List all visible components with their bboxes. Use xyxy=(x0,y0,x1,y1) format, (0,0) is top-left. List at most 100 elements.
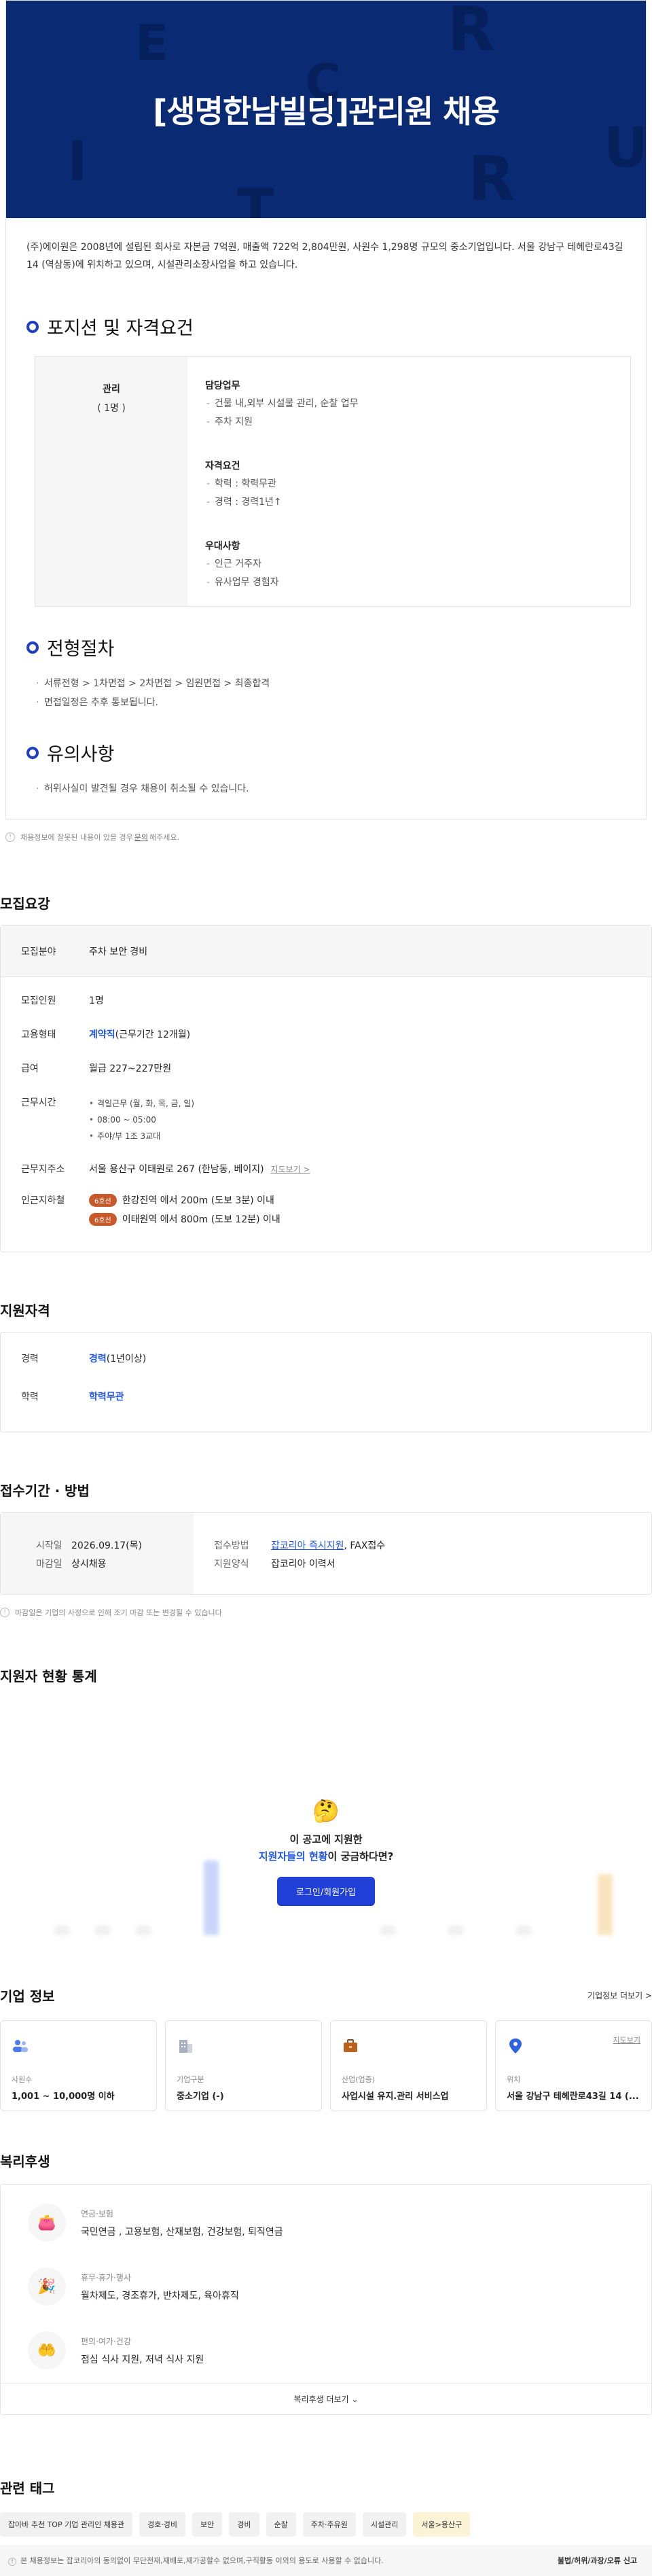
hero-letter: E xyxy=(135,14,169,71)
footer-copyright: ! 본 채용정보는 잡코리아의 동의없이 무단전재,재배포,재가공할수 없으며,구… xyxy=(8,2555,384,2566)
company-more-link[interactable]: 기업정보 더보기 > xyxy=(587,1990,652,2001)
thinking-face-icon: 🤔 xyxy=(312,1798,340,1824)
company-section-header: 기업 정보 기업정보 더보기 > xyxy=(0,1986,652,2005)
tag-item[interactable]: 경비 xyxy=(229,2512,259,2537)
period-section-title: 접수기간 · 방법 xyxy=(0,1483,90,1499)
hero-letter: R xyxy=(448,1,495,65)
hero-letter: T xyxy=(237,177,274,218)
recruit-field-row: 모집분야 주차 보안 경비 xyxy=(1,925,651,977)
hero-letter: U xyxy=(604,116,646,179)
position-group-duty: 담당업무 건물 내,외부 시설물 관리, 순찰 업무 주차 지원 xyxy=(205,378,613,431)
inquiry-link[interactable]: 문의 xyxy=(134,832,148,843)
blurred-bar xyxy=(136,1926,151,1935)
tag-item[interactable]: 서울>용산구 xyxy=(413,2512,471,2537)
position-group-requirement: 자격요건 학력 : 학력무관 경력 : 경력1년↑ xyxy=(205,459,613,512)
position-name-cell: 관리 ( 1명 ) xyxy=(35,357,187,606)
hero-letter: R xyxy=(468,143,515,215)
tags-section-title: 관련 태그 xyxy=(0,2480,55,2496)
login-signup-button[interactable]: 로그인/회원가입 xyxy=(276,1877,376,1906)
hands-icon: 🤲 xyxy=(28,2331,66,2369)
hero-banner: E C R U I T R [생명한남빌딩]관리원 채용 xyxy=(6,1,646,218)
blurred-bar xyxy=(95,1926,110,1935)
subway-line-badge: 6호선 xyxy=(89,1193,117,1207)
company-card-industry: 산업(업종) 사업시설 유지.관리 서비스업 xyxy=(330,2020,487,2111)
position-section-title: 포지션 및 자격요건 xyxy=(26,313,626,340)
stats-section-title: 지원자 현황 통계 xyxy=(0,1668,97,1684)
company-card-employees: 사원수 1,001 ~ 10,000명 이하 xyxy=(0,2020,157,2111)
blurred-bar xyxy=(54,1926,69,1935)
process-section-title: 전형절차 xyxy=(26,634,626,660)
period-notice: ! 마감일은 기업의 사정으로 인해 조기 마감 또는 변경될 수 있습니다 xyxy=(0,1607,647,1618)
recruit-address-row: 근무지주소 서울 용산구 이태원로 267 (한남동, 베이지) 지도보기 > xyxy=(21,1164,310,1175)
recruit-salary-row: 급여 월급 227~227만원 xyxy=(21,1063,172,1074)
caution-list: 허위사실이 발견될 경우 채용이 취소될 수 있습니다. xyxy=(35,779,626,798)
qualification-section-title: 지원자격 xyxy=(0,1303,50,1319)
circle-bullet-icon xyxy=(26,746,39,759)
blurred-bar xyxy=(516,1926,531,1935)
building-icon xyxy=(179,2040,192,2053)
info-icon: ! xyxy=(0,1608,10,1617)
tag-item[interactable]: 경호·경비 xyxy=(139,2512,186,2537)
subway-station: 6호선 한강진역 에서 200m (도보 3분) 이내 xyxy=(89,1193,280,1207)
subway-line-badge: 6호선 xyxy=(89,1212,117,1226)
report-notice: ! 채용정보에 잘못된 내용이 있을 경우 문의 해주세요. xyxy=(5,832,647,843)
hero-letter: I xyxy=(67,130,88,193)
qualification-card: 경력 경력(1년이상) 학력 학력무관 xyxy=(0,1332,652,1432)
hero-frame: E C R U I T R [생명한남빌딩]관리원 채용 xyxy=(5,0,647,218)
company-intro: (주)에이원은 2008년에 설립된 회사로 자본금 7억원, 매출액 722억… xyxy=(26,242,623,270)
education-row: 학력 학력무관 xyxy=(21,1392,124,1402)
recruit-section-title: 모집요강 xyxy=(0,896,50,912)
party-popper-icon: 🎉 xyxy=(28,2268,66,2306)
briefcase-icon xyxy=(344,2039,357,2052)
recruit-time-row: 근무시간 격일근무 (월, 화, 목, 금, 일) 08:00 ~ 05:00 … xyxy=(1,1095,651,1144)
period-card: 시작일 2026.09.17(목) 마감일 상시채용 접수방법 잡코리아 즉시지원, … xyxy=(0,1512,652,1595)
report-link[interactable]: 불법/허위/과장/오류 신고 xyxy=(558,2555,637,2566)
subway-station: 6호선 이태원역 에서 800m (도보 12분) 이내 xyxy=(89,1212,280,1226)
benefit-card: 👛 연금·보험 국민연금 , 고용보험, 산재보험, 건강보험, 퇴직연금 🎉 … xyxy=(0,2184,652,2415)
chevron-down-icon: ⌄ xyxy=(351,2395,359,2404)
page-title: [생명한남빌딩]관리원 채용 xyxy=(153,93,500,130)
tag-item[interactable]: 잡아바 추천 TOP 기업 관리인 채용관 xyxy=(0,2512,133,2537)
process-list: 서류전형 > 1차면접 > 2차면접 > 임원면접 > 최종합격 면접일정은 추… xyxy=(35,674,626,712)
quick-apply-link[interactable]: 잡코리아 즉시지원 xyxy=(271,1540,344,1551)
blurred-bar xyxy=(380,1926,395,1935)
company-map-link[interactable]: 지도보기 xyxy=(613,2034,640,2045)
position-table: 관리 ( 1명 ) 담당업무 건물 내,외부 시설물 관리, 순찰 업무 주차 … xyxy=(35,356,631,607)
recruit-card: 모집분야 주차 보안 경비 모집인원 1명 고용형태 계약직(근무기간 12개월… xyxy=(0,925,652,1252)
footer-bar: ! 본 채용정보는 잡코리아의 동의없이 무단전재,재배포,재가공할수 없으며,구… xyxy=(0,2545,652,2576)
benefit-section-title: 복리후생 xyxy=(0,2153,50,2170)
position-detail-cell: 담당업무 건물 내,외부 시설물 관리, 순찰 업무 주차 지원 자격요건 학력… xyxy=(187,357,630,606)
circle-bullet-icon xyxy=(26,641,39,654)
circle-bullet-icon xyxy=(26,320,39,333)
recruit-subway-row: 인근지하철 6호선 한강진역 에서 200m (도보 3분) 이내 6호선 이태… xyxy=(1,1193,651,1252)
caution-section-title: 유의사항 xyxy=(26,739,626,766)
tag-item[interactable]: 보안 xyxy=(192,2512,223,2537)
stats-area: 🤔 이 공고에 지원한 지원자들의 현황이 궁금하다면? 로그인/회원가입 xyxy=(0,1700,652,1958)
benefit-more-button[interactable]: 복리후생 더보기 ⌄ xyxy=(1,2383,651,2414)
benefit-item: 👛 연금·보험 국민연금 , 고용보험, 산재보험, 건강보험, 퇴직연금 xyxy=(28,2204,624,2242)
blurred-bar xyxy=(448,1926,463,1935)
tag-item[interactable]: 시설관리 xyxy=(362,2512,407,2537)
stats-login-prompt: 🤔 이 공고에 지원한 지원자들의 현황이 궁금하다면? 로그인/회원가입 xyxy=(0,1798,652,1906)
people-icon xyxy=(13,2040,28,2052)
tag-list: 잡아바 추천 TOP 기업 관리인 채용관 경호·경비 보안 경비 순찰 주차·… xyxy=(0,2512,652,2537)
tag-item[interactable]: 순찰 xyxy=(266,2512,296,2537)
period-methods: 접수방법 잡코리아 즉시지원, FAX접수 지원양식 잡코리아 이력서 xyxy=(214,1540,386,1570)
benefit-item: 🎉 휴무·휴가·행사 월차제도, 경조휴가, 반차제도, 육아휴직 xyxy=(28,2268,624,2306)
map-link[interactable]: 지도보기 > xyxy=(271,1165,310,1174)
position-group-preference: 우대사항 인근 거주자 유사업무 경험자 xyxy=(205,539,613,592)
job-detail-box: (주)에이원은 2008년에 설립된 회사로 자본금 7억원, 매출액 722억… xyxy=(5,218,647,819)
recruit-type-row: 고용형태 계약직(근무기간 12개월) xyxy=(21,1029,191,1040)
recruit-count-row: 모집인원 1명 xyxy=(21,995,104,1006)
career-row: 경력 경력(1년이상) xyxy=(21,1354,147,1364)
info-icon: ! xyxy=(5,832,15,842)
company-card-type: 기업구분 중소기업 (-) xyxy=(165,2020,322,2111)
period-dates: 시작일 2026.09.17(목) 마감일 상시채용 xyxy=(1,1513,194,1594)
location-pin-icon xyxy=(509,2039,522,2053)
info-icon: ! xyxy=(8,2558,16,2566)
company-info-grid: 사원수 1,001 ~ 10,000명 이하 기업구분 중소기업 (-) 산업(… xyxy=(0,2020,652,2111)
company-card-location: 지도보기 위치 서울 강남구 테헤란로43길 14 (... xyxy=(495,2020,652,2111)
benefit-item: 🤲 편의·여가·건강 점심 식사 지원, 저녁 식사 지원 xyxy=(28,2331,624,2369)
tag-item[interactable]: 주차·주유원 xyxy=(302,2512,356,2537)
company-section-title: 기업 정보 xyxy=(0,1988,55,2005)
